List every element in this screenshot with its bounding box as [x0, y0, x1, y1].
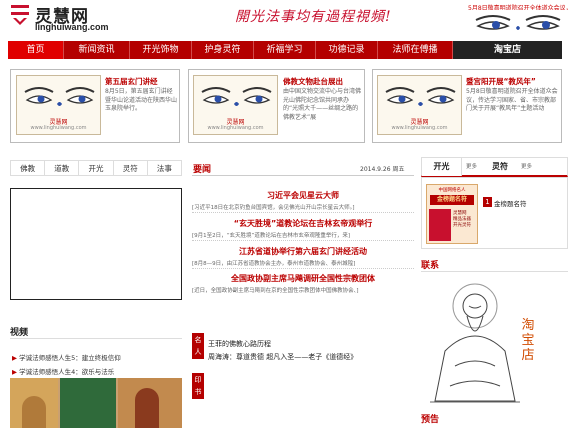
slogan: 開光法事均有過程視頻! [235, 9, 392, 25]
print-tag: 印书 [192, 373, 204, 399]
nav-news[interactable]: 新闻资讯 [64, 41, 130, 59]
video-player[interactable] [10, 188, 182, 300]
monk-illustration [430, 283, 520, 403]
tab-talisman[interactable]: 灵符 [492, 158, 508, 176]
buddha-eyes-icon [468, 10, 568, 38]
nav-merit[interactable]: 功德记录 [316, 41, 378, 59]
promo-desc: 由中国文物交流中心与台湾佛光山佛陀纪念馆共同承办的“光照大千——丝绸之路的佛教艺… [283, 88, 362, 121]
video-thumbnail[interactable] [60, 378, 116, 428]
promo-desc: 5月8日敬喜明道院召开全体道众会议，传达学习国家、省、市宗教部门关于开展“教风年… [466, 88, 558, 112]
news-summary: [8月8—9日，由江苏省道教协会主办，泰州市道教协会、泰州城隍] [192, 261, 356, 267]
news-summary: [近日，全国政协副主席马飚到在京的全国性宗教团体中国佛教协会、] [192, 288, 359, 294]
promo-image-url: www.linghuiwang.com [391, 125, 448, 131]
nav-prayer[interactable]: 祈福学习 [254, 41, 316, 59]
rank-label[interactable]: 金榜题名符 [494, 198, 527, 208]
rank-number: 1 [483, 197, 492, 207]
promo-title[interactable]: 暨宫阳开展“教风年” [466, 76, 536, 87]
tab-taoism[interactable]: 道教 [45, 161, 80, 175]
nav-talisman[interactable]: 护身灵符 [192, 41, 254, 59]
taobao-shop-link[interactable]: 淘宝店 [521, 318, 535, 363]
preview-title: 预告 [421, 415, 440, 425]
famous-item[interactable]: 周海涛：尊道贵德 超凡入圣——老子《道德经》 [208, 352, 357, 362]
nav-home[interactable]: 首页 [8, 41, 64, 59]
card-side-line: 开光灵符 [453, 223, 471, 228]
main-nav: 首页 新闻资讯 开光饰物 护身灵符 祈福学习 功德记录 法师在傅播 淘宝店 [8, 41, 562, 59]
video-thumbnails[interactable] [10, 378, 182, 428]
promo-title[interactable]: 第五届玄门讲经 [105, 76, 158, 87]
card-main: 金榜题名符 [430, 195, 474, 205]
talisman-card[interactable]: 中国网络名人 金榜题名符 灵慧网 精品法器 开光灵符 [426, 184, 478, 244]
famous-tag: 名人 [192, 333, 204, 359]
category-tabs: 佛教 道教 开光 灵符 法事 [10, 160, 182, 176]
card-top: 中国网络名人 [438, 188, 466, 193]
contact-title: 联系 [421, 261, 440, 271]
news-headline[interactable]: “玄天胜境”道教论坛在吉林玄帝观举行 [192, 218, 414, 229]
tab-talisman[interactable]: 灵符 [114, 161, 148, 175]
famous-item[interactable]: 王菲的佛教心路历程 [208, 339, 271, 349]
nav-master[interactable]: 法师在傅播 [378, 41, 453, 59]
news-section-title: 要闻 [193, 165, 212, 175]
video-section-title: 视频 [10, 328, 29, 338]
nav-consecrated[interactable]: 开光饰物 [130, 41, 192, 59]
news-headline[interactable]: 全国政协副主席马飚调研全国性宗教团体 [192, 273, 414, 284]
news-summary: [习近平18日在北京钓鱼台国宾馆，会见佛光山开山宗长星云大师。] [192, 205, 355, 211]
promo-desc: 8月5日，第五届玄门讲经暨华山论道活动在陕西华山玉泉院举行。 [105, 88, 178, 112]
video-item-title: 学诚法师感悟人生5：建立终极信仰 [19, 354, 121, 362]
logo-url: linghuiwang.com [35, 22, 109, 32]
tab-ritual[interactable]: 法事 [148, 161, 181, 175]
list-item[interactable]: ▶ 学诚法师感悟人生5：建立终极信仰 [12, 352, 121, 362]
list-item[interactable]: ▶ 学诚法师感悟人生4：欲乐与法乐 [12, 366, 114, 376]
tab-buddhism[interactable]: 佛教 [11, 161, 46, 175]
nav-taobao[interactable]: 淘宝店 [453, 41, 562, 59]
logo-icon [11, 5, 29, 25]
promo-image-url: www.linghuiwang.com [207, 125, 264, 131]
news-headline[interactable]: 江苏省道协举行第六届玄门讲经活动 [192, 246, 414, 257]
promo-title[interactable]: 佛教文物赴台展出 [283, 76, 343, 87]
news-headline[interactable]: 习近平会见星云大师 [192, 190, 414, 201]
news-date: 2014.9.26 周五 [360, 166, 405, 173]
more-link[interactable]: 更多 [521, 162, 532, 170]
video-item-title: 学诚法师感悟人生4：欲乐与法乐 [19, 368, 115, 376]
more-link[interactable]: 更多 [466, 162, 477, 170]
promo-image-url: www.linghuiwang.com [30, 125, 87, 131]
tab-consecration[interactable]: 开光 [79, 161, 114, 175]
tab-consecrate[interactable]: 开光 [422, 158, 462, 176]
news-summary: [9月1至2日，“玄天胜境”道教论坛在吉林市玄帝观隆重举行，来] [192, 233, 350, 239]
